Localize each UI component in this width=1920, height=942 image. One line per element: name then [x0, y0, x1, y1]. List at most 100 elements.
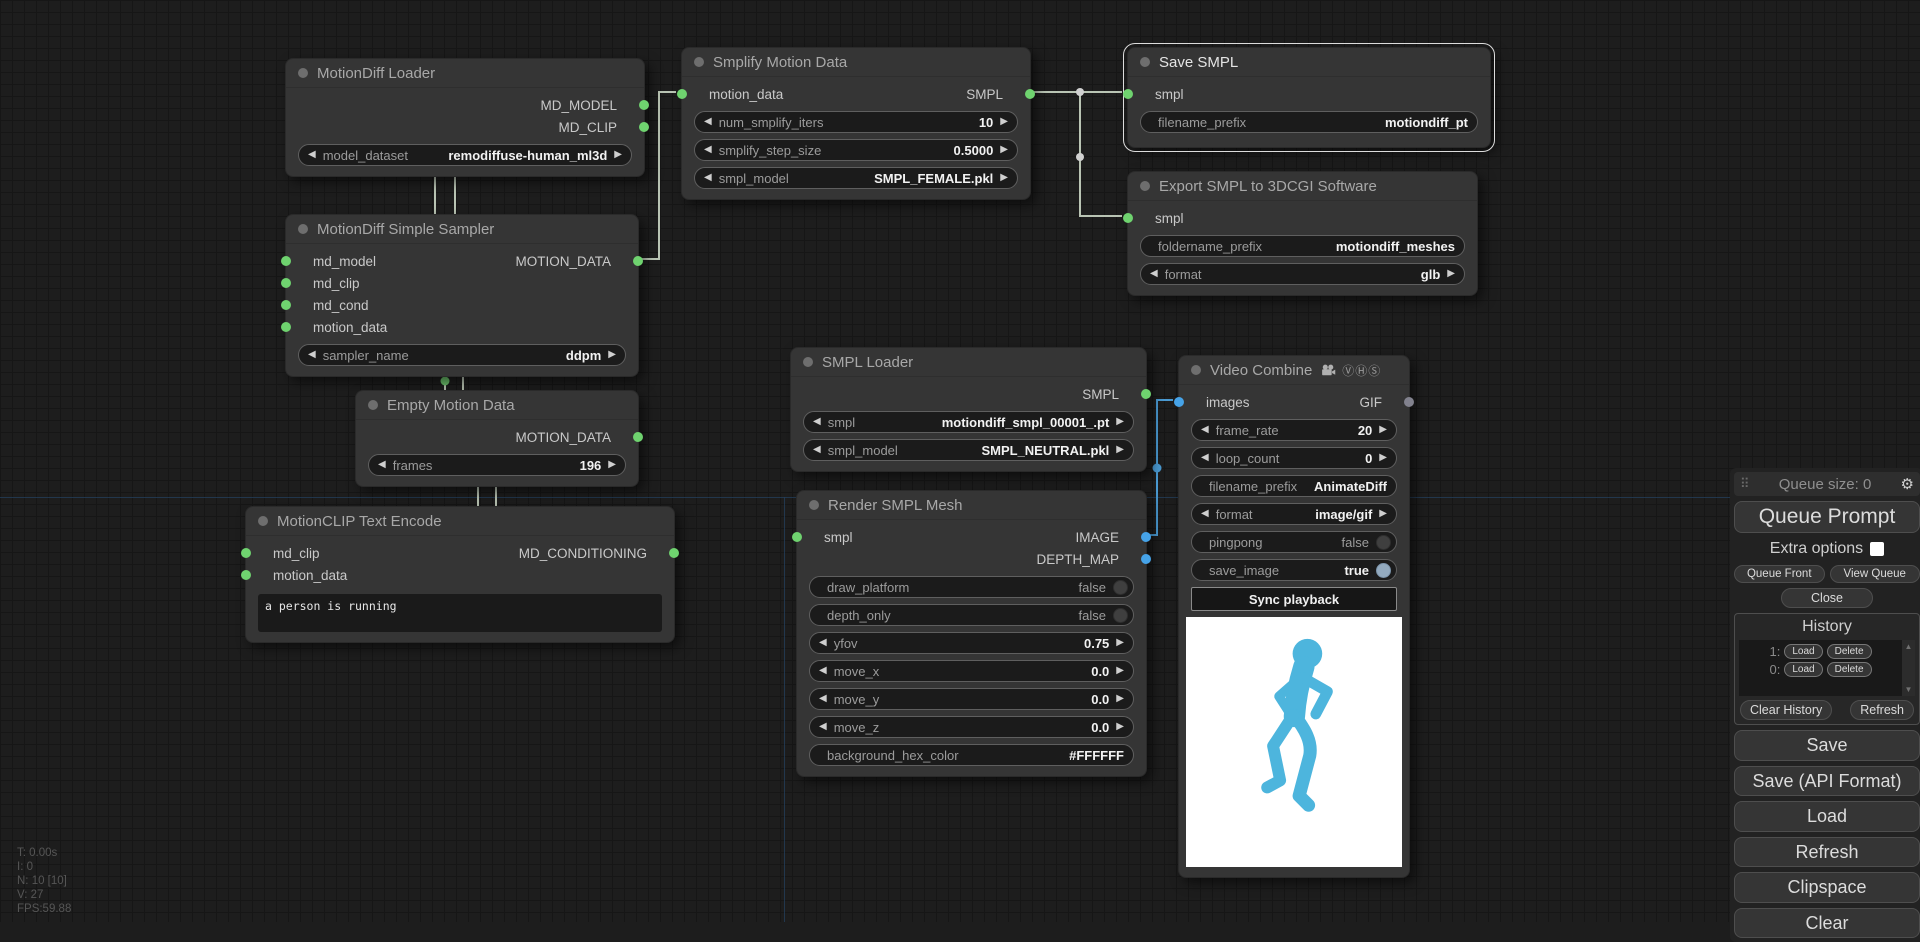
MOTION_DATA-output-port[interactable] [633, 256, 643, 266]
node-collapse-dot[interactable] [258, 516, 268, 526]
md_clip-input-port[interactable] [241, 548, 251, 558]
node-video-combine[interactable]: Video CombineⓋⒽⓈimagesGIF◀frame_rate20▶◀… [1178, 355, 1410, 878]
history-delete-button[interactable]: Delete [1827, 644, 1872, 659]
clipspace-button[interactable]: Clipspace [1734, 872, 1920, 903]
widget-smpl-model[interactable]: ◀smpl_modelSMPL_FEMALE.pkl▶ [694, 167, 1018, 189]
smpl-input-port[interactable] [1123, 213, 1133, 223]
scroll-down-icon[interactable]: ▼ [1905, 685, 1913, 694]
widget-decrement-arrow[interactable]: ◀ [308, 350, 316, 360]
widget-format[interactable]: ◀formatimage/gif▶ [1191, 503, 1397, 525]
link-dot[interactable] [1076, 153, 1084, 161]
md_clip-input-port[interactable] [281, 278, 291, 288]
node-title-bar[interactable]: MotionDiff Loader [286, 59, 644, 88]
link-dot[interactable] [441, 377, 450, 386]
widget-frames[interactable]: ◀frames196▶ [368, 454, 626, 476]
queue-prompt-button[interactable]: Queue Prompt [1734, 501, 1920, 533]
widget-increment-arrow[interactable]: ▶ [608, 460, 616, 470]
node-collapse-dot[interactable] [809, 500, 819, 510]
node-export-smpl[interactable]: Export SMPL to 3DCGI Softwaresmplfoldern… [1127, 171, 1478, 296]
node-title-bar[interactable]: Video CombineⓋⒽⓈ [1179, 356, 1409, 385]
widget-decrement-arrow[interactable]: ◀ [813, 445, 821, 455]
motion_data-input-port[interactable] [241, 570, 251, 580]
widget-decrement-arrow[interactable]: ◀ [819, 638, 827, 648]
node-collapse-dot[interactable] [298, 224, 308, 234]
toggle-dot[interactable] [1376, 563, 1391, 578]
graph-canvas[interactable]: MotionDiff LoaderMD_MODELMD_CLIP◀model_d… [0, 0, 1920, 922]
widget-draw-platform[interactable]: draw_platformfalse [809, 576, 1134, 598]
link-dot[interactable] [1076, 88, 1084, 96]
widget-loop-count[interactable]: ◀loop_count0▶ [1191, 447, 1397, 469]
history-delete-button[interactable]: Delete [1827, 662, 1872, 677]
toggle-dot[interactable] [1113, 608, 1128, 623]
node-collapse-dot[interactable] [1191, 365, 1201, 375]
widget-increment-arrow[interactable]: ▶ [1000, 145, 1008, 155]
scroll-up-icon[interactable]: ▲ [1905, 642, 1913, 651]
MOTION_DATA-output-port[interactable] [633, 432, 643, 442]
node-save-smpl[interactable]: Save SMPLsmplfilename_prefixmotiondiff_p… [1127, 47, 1491, 148]
smpl-input-port[interactable] [1123, 89, 1133, 99]
widget-smpl[interactable]: ◀smplmotiondiff_smpl_00001_.pt▶ [803, 411, 1134, 433]
SMPL-output-port[interactable] [1141, 389, 1151, 399]
view-queue-button[interactable]: View Queue [1830, 565, 1920, 583]
sync-playback-button[interactable]: Sync playback [1191, 587, 1397, 611]
node-smpl-loader[interactable]: SMPL LoaderSMPL◀smplmotiondiff_smpl_0000… [790, 347, 1147, 472]
widget-decrement-arrow[interactable]: ◀ [813, 417, 821, 427]
widget-yfov[interactable]: ◀yfov0.75▶ [809, 632, 1134, 654]
node-title-bar[interactable]: SMPL Loader [791, 348, 1146, 377]
MD_MODEL-output-port[interactable] [639, 100, 649, 110]
widget-increment-arrow[interactable]: ▶ [1379, 453, 1387, 463]
node-motionclip-text-encode[interactable]: MotionCLIP Text Encodemd_clipMD_CONDITIO… [245, 506, 675, 643]
widget-pingpong[interactable]: pingpongfalse [1191, 531, 1397, 553]
widget-save-image[interactable]: save_imagetrue [1191, 559, 1397, 581]
DEPTH_MAP-output-port[interactable] [1141, 554, 1151, 564]
IMAGE-output-port[interactable] [1141, 532, 1151, 542]
widget-move-y[interactable]: ◀move_y0.0▶ [809, 688, 1134, 710]
widget-increment-arrow[interactable]: ▶ [1116, 666, 1124, 676]
node-title-bar[interactable]: Render SMPL Mesh [797, 491, 1146, 520]
node-empty-motion-data[interactable]: Empty Motion DataMOTION_DATA◀frames196▶ [355, 390, 639, 487]
md_model-input-port[interactable] [281, 256, 291, 266]
toggle-dot[interactable] [1376, 535, 1391, 550]
node-collapse-dot[interactable] [803, 357, 813, 367]
widget-increment-arrow[interactable]: ▶ [614, 150, 622, 160]
widget-increment-arrow[interactable]: ▶ [1447, 269, 1455, 279]
smpl-input-port[interactable] [792, 532, 802, 542]
widget-decrement-arrow[interactable]: ◀ [378, 460, 386, 470]
widget-decrement-arrow[interactable]: ◀ [819, 666, 827, 676]
widget-increment-arrow[interactable]: ▶ [1379, 425, 1387, 435]
widget-background-hex-color[interactable]: background_hex_color#FFFFFF [809, 744, 1134, 766]
node-render-smpl-mesh[interactable]: Render SMPL MeshsmplIMAGEDEPTH_MAPdraw_p… [796, 490, 1147, 777]
refresh-button[interactable]: Refresh [1734, 837, 1920, 868]
node-title-bar[interactable]: Empty Motion Data [356, 391, 638, 420]
widget-num-smplify-iters[interactable]: ◀num_smplify_iters10▶ [694, 111, 1018, 133]
md_cond-input-port[interactable] [281, 300, 291, 310]
widget-depth-only[interactable]: depth_onlyfalse [809, 604, 1134, 626]
widget-smplify-step-size[interactable]: ◀smplify_step_size0.5000▶ [694, 139, 1018, 161]
widget-decrement-arrow[interactable]: ◀ [1201, 425, 1209, 435]
close-button[interactable]: Close [1781, 588, 1873, 608]
prompt-text-input[interactable]: a person is running [258, 594, 662, 632]
save-button[interactable]: Save [1734, 730, 1920, 761]
widget-increment-arrow[interactable]: ▶ [1116, 638, 1124, 648]
widget-decrement-arrow[interactable]: ◀ [1201, 453, 1209, 463]
widget-decrement-arrow[interactable]: ◀ [1201, 509, 1209, 519]
motion_data-input-port[interactable] [677, 89, 687, 99]
clear-history-button[interactable]: Clear History [1740, 700, 1832, 720]
menu-drag-handle-icon[interactable]: ⠿ [1740, 476, 1750, 492]
node-collapse-dot[interactable] [1140, 57, 1150, 67]
SMPL-output-port[interactable] [1025, 89, 1035, 99]
link-dot[interactable] [1153, 464, 1162, 473]
node-title-bar[interactable]: Save SMPL [1128, 48, 1490, 77]
widget-increment-arrow[interactable]: ▶ [1116, 445, 1124, 455]
node-collapse-dot[interactable] [1140, 181, 1150, 191]
widget-decrement-arrow[interactable]: ◀ [704, 145, 712, 155]
extra-options-checkbox[interactable] [1870, 542, 1884, 556]
MD_CONDITIONING-output-port[interactable] [669, 548, 679, 558]
widget-increment-arrow[interactable]: ▶ [608, 350, 616, 360]
widget-format[interactable]: ◀formatglb▶ [1140, 263, 1465, 285]
load-button[interactable]: Load [1734, 801, 1920, 832]
widget-increment-arrow[interactable]: ▶ [1379, 509, 1387, 519]
widget-decrement-arrow[interactable]: ◀ [704, 173, 712, 183]
clear-button[interactable]: Clear [1734, 908, 1920, 939]
widget-increment-arrow[interactable]: ▶ [1000, 117, 1008, 127]
